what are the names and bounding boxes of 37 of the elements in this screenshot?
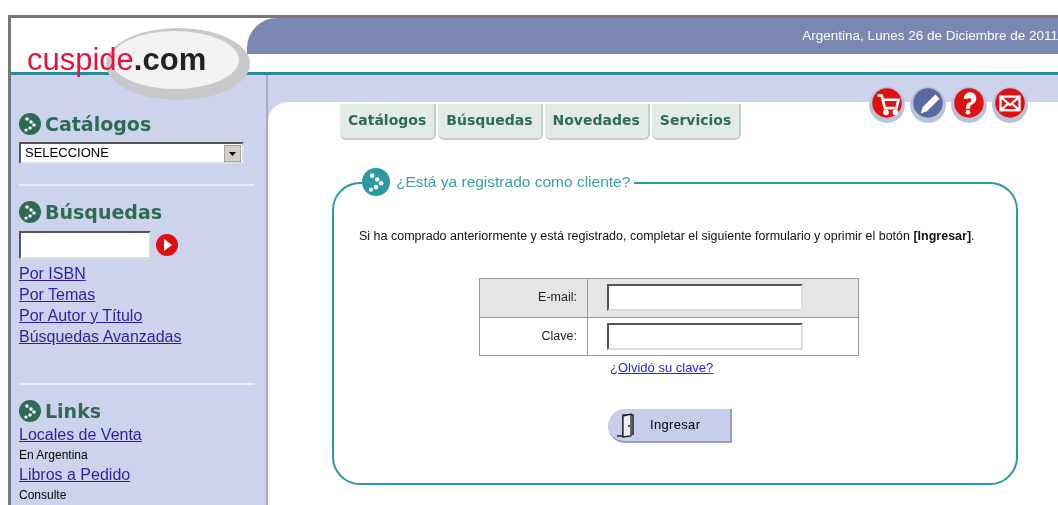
- bullet-icon: [19, 201, 41, 224]
- forgot-password-link[interactable]: ¿Olvidó su clave?: [610, 357, 714, 377]
- nav-tab[interactable]: Catálogos: [340, 103, 437, 140]
- go-icon[interactable]: [155, 232, 179, 257]
- pencil-icon[interactable]: [908, 84, 948, 125]
- section-heading: Búsquedas: [45, 200, 163, 225]
- dropdown-icon[interactable]: [224, 144, 241, 162]
- mail-icon[interactable]: [990, 84, 1030, 125]
- bullet-icon: [19, 399, 41, 422]
- cart-icon[interactable]: [867, 84, 907, 125]
- sidebar-link[interactable]: Por Temas: [19, 283, 96, 305]
- section-heading: Catálogos: [45, 111, 152, 137]
- sidebar-link[interactable]: Por ISBN: [19, 262, 86, 284]
- sidebar-link[interactable]: Libros a Pedido: [19, 465, 131, 485]
- bullet-icon: [19, 112, 41, 135]
- link-note: Consulte: [19, 487, 68, 504]
- sidebar-link[interactable]: Locales de Venta: [19, 425, 142, 445]
- help-icon[interactable]: [949, 84, 989, 125]
- link-note: En Argentina: [19, 447, 89, 464]
- sidebar-link[interactable]: Por Autor y Título: [19, 304, 143, 326]
- nav-tab[interactable]: Búsquedas: [438, 103, 543, 140]
- login-title: ¿Está ya registrado como cliente?: [396, 171, 631, 192]
- date-text: Argentina, Lunes 26 de Diciembre de 2011: [802, 26, 1058, 45]
- door-icon: [614, 412, 636, 438]
- login-intro: Si ha comprado anteriormente y está registrado, completar el siguiente formulario y oprimir el botón [Ingresar].: [359, 227, 976, 245]
- sidebar-link[interactable]: Búsquedas Avanzadas: [19, 325, 182, 347]
- field-label: E-mail:: [480, 278, 588, 317]
- submit-button[interactable]: Ingresar: [608, 409, 732, 443]
- text-field[interactable]: [607, 284, 803, 311]
- nav-tab[interactable]: Novedades: [544, 103, 650, 140]
- nav-tab[interactable]: Servicios: [651, 103, 742, 140]
- text-field[interactable]: [607, 322, 803, 350]
- catalog-select[interactable]: SELECCIONE: [19, 142, 244, 164]
- field-label: Clave:: [480, 317, 588, 355]
- search-field[interactable]: [19, 230, 151, 259]
- section-heading: Links: [45, 398, 102, 424]
- logo[interactable]: cuspide.com: [27, 44, 207, 75]
